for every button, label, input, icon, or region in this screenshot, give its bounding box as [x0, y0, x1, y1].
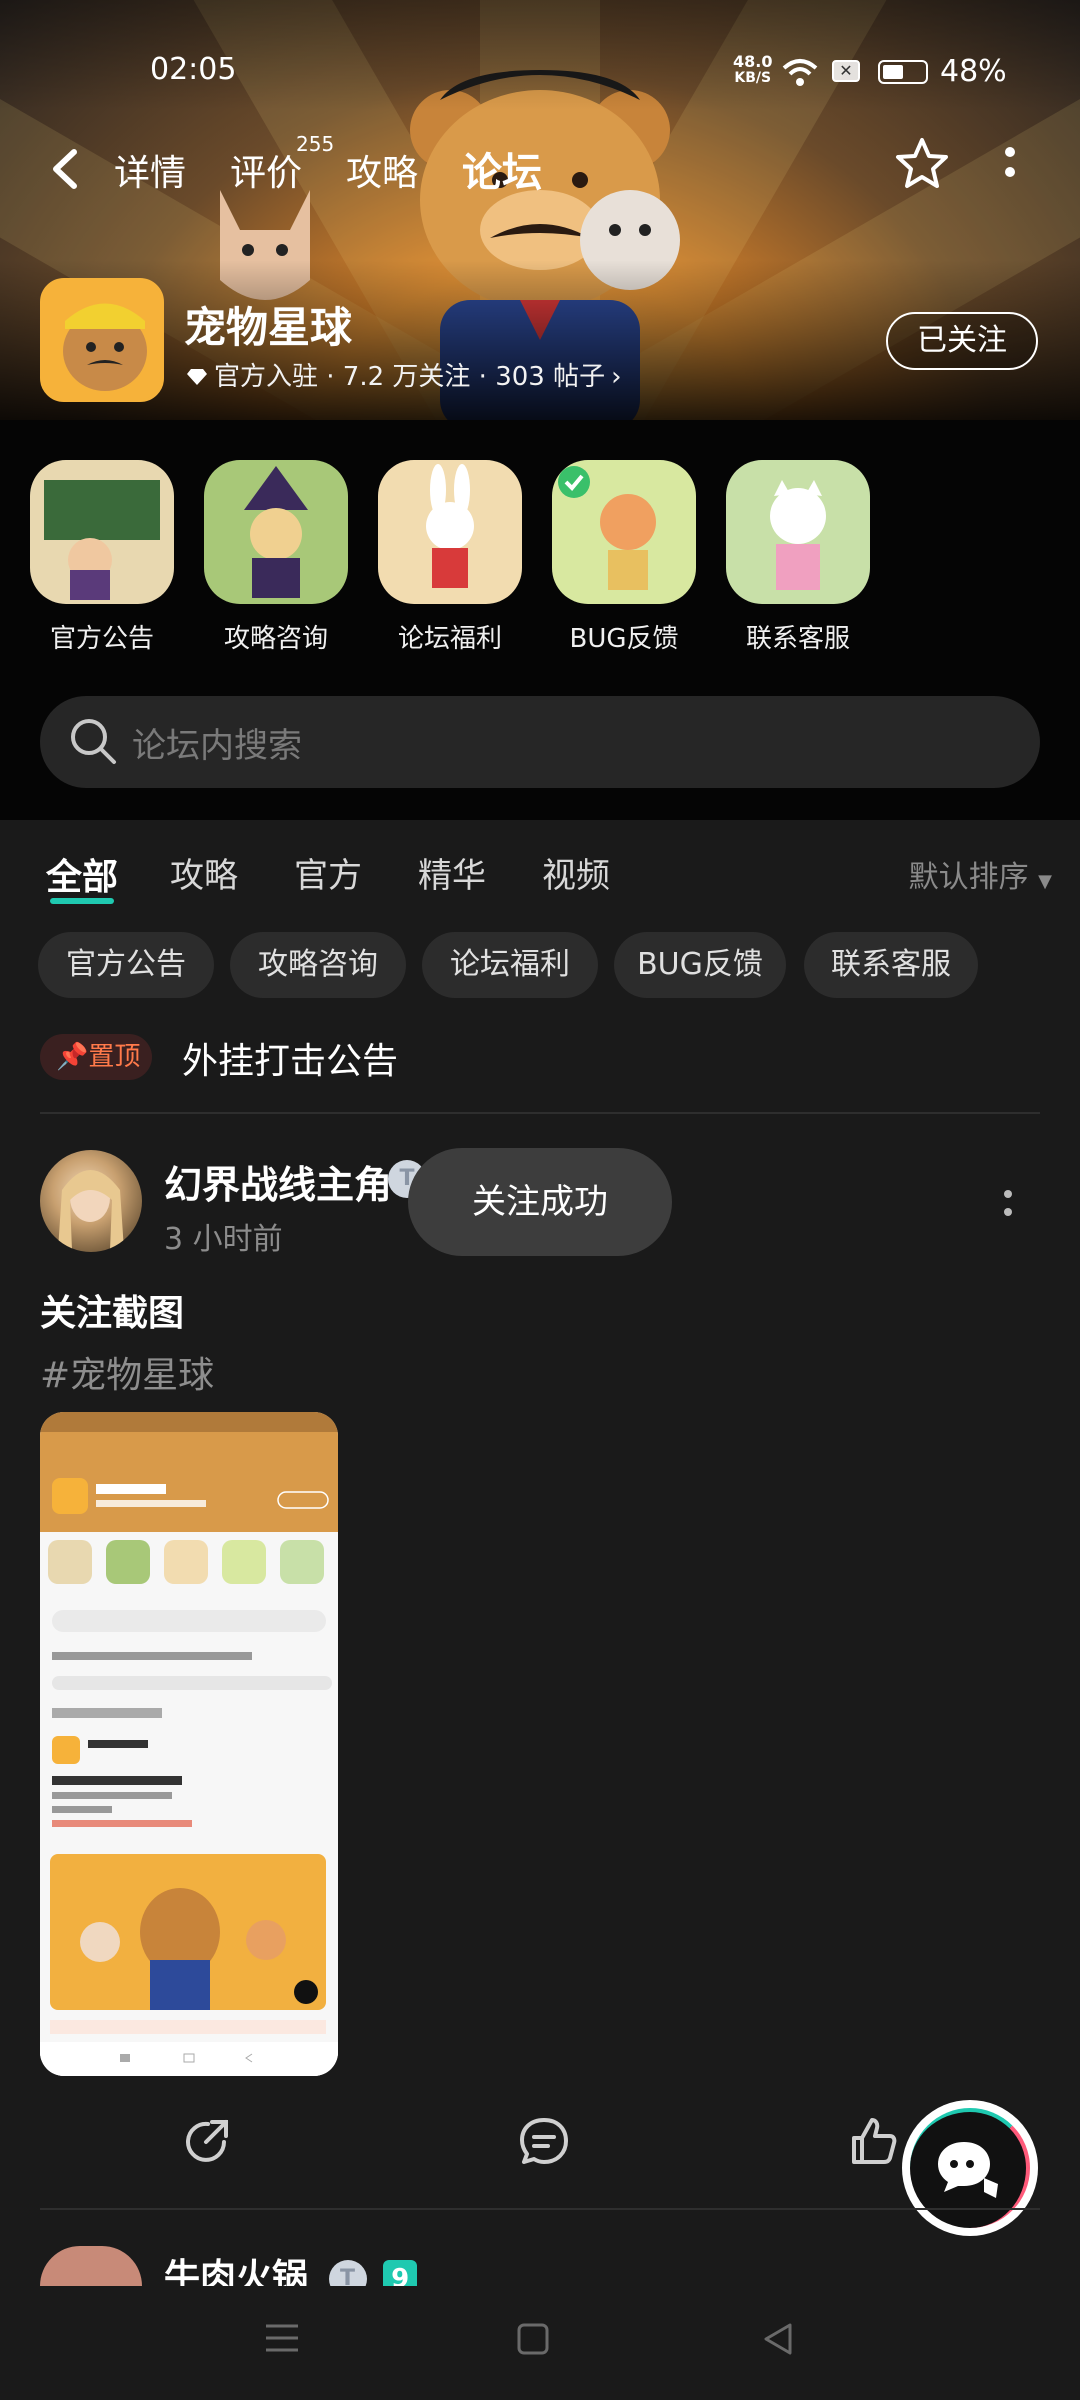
forum-search-bar[interactable]: 论坛内搜索 — [40, 696, 1040, 788]
comment-icon[interactable] — [518, 2116, 570, 2166]
status-bar: 02:05 48.0 KB/S ✕ 48% — [0, 52, 1080, 92]
pin-icon: 📌 — [56, 1042, 89, 1072]
avatar[interactable] — [40, 1150, 142, 1252]
post-time: 3 小时前 — [164, 1222, 283, 1257]
post-screenshot-image[interactable] — [40, 1412, 338, 2076]
search-input[interactable]: 论坛内搜索 — [132, 718, 302, 767]
category-bug-report[interactable]: BUG反馈 — [552, 460, 696, 655]
category-guide-consult-image — [204, 460, 348, 604]
category-bug-report-image — [552, 460, 696, 604]
more-vertical-icon[interactable] — [1002, 1186, 1014, 1222]
sort-dropdown[interactable]: 默认排序 ▼ — [909, 852, 1052, 896]
filter-tab-guides[interactable]: 攻略 — [170, 848, 238, 897]
chat-bubble-icon — [938, 2142, 998, 2198]
home-icon[interactable] — [516, 2322, 550, 2356]
filter-tab-video[interactable]: 视频 — [542, 848, 610, 897]
reviews-count: 255 — [296, 132, 335, 156]
next-post-author[interactable]: 牛肉火锅 T 9 — [164, 2248, 418, 2288]
caret-down-icon: ▼ — [1038, 871, 1052, 892]
avatar[interactable] — [40, 2246, 142, 2286]
post-author[interactable]: 幻界战线主角 — [164, 1154, 392, 1209]
toast-message: 关注成功 — [408, 1148, 672, 1256]
back-arrow-icon[interactable] — [48, 146, 82, 192]
category-official-notice[interactable]: 官方公告 — [30, 460, 174, 655]
chat-fab-button[interactable] — [902, 2100, 1038, 2236]
share-icon[interactable] — [182, 2116, 232, 2166]
category-customer-service[interactable]: 联系客服 — [726, 460, 870, 655]
game-meta-text: 官方入驻 · 7.2 万关注 · 303 帖子 — [214, 362, 606, 392]
game-meta[interactable]: 官方入驻 · 7.2 万关注 · 303 帖子 › — [186, 356, 622, 393]
like-icon[interactable] — [848, 2116, 898, 2166]
pin-badge: 📌置顶 — [40, 1034, 152, 1080]
game-icon[interactable] — [40, 278, 164, 402]
chip-bug-report[interactable]: BUG反馈 — [614, 932, 786, 998]
menu-icon[interactable] — [264, 2322, 300, 2354]
category-official-notice-image — [30, 460, 174, 604]
filter-tab-featured[interactable]: 精华 — [418, 848, 486, 897]
battery-icon — [878, 60, 928, 84]
tab-details[interactable]: 详情 — [114, 144, 186, 196]
chip-forum-benefits[interactable]: 论坛福利 — [422, 932, 598, 998]
post-tag[interactable]: #宠物星球 — [40, 1346, 214, 1398]
following-button[interactable]: 已关注 — [886, 312, 1038, 370]
category-forum-benefits-image — [378, 460, 522, 604]
filter-tabs: 全部 攻略 官方 精华 视频 默认排序 ▼ — [0, 848, 1080, 908]
search-icon — [71, 719, 116, 764]
tab-guides[interactable]: 攻略 — [346, 144, 418, 196]
wifi-icon — [782, 59, 818, 86]
header-nav: 详情 评价 255 攻略 论坛 — [0, 132, 1080, 204]
game-name: 宠物星球 — [184, 303, 353, 352]
tab-reviews[interactable]: 评价 — [230, 144, 302, 196]
notification-icon: ✕ — [832, 60, 860, 82]
back-icon[interactable] — [762, 2322, 794, 2356]
more-vertical-icon[interactable] — [1004, 144, 1016, 184]
chip-customer-service[interactable]: 联系客服 — [804, 932, 978, 998]
level-badge: 9 — [383, 2260, 418, 2288]
chevron-right-icon: › — [611, 362, 622, 392]
divider — [40, 1112, 1040, 1114]
chip-guide-consult[interactable]: 攻略咨询 — [230, 932, 406, 998]
chip-official-notice[interactable]: 官方公告 — [38, 932, 214, 998]
category-forum-benefits[interactable]: 论坛福利 — [378, 460, 522, 655]
category-guide-consult[interactable]: 攻略咨询 — [204, 460, 348, 655]
filter-tab-official[interactable]: 官方 — [294, 848, 362, 897]
user-badge: T — [328, 2260, 367, 2288]
diamond-icon — [187, 369, 207, 385]
pinned-title: 外挂打击公告 — [182, 1041, 399, 1082]
network-speed: 48.0 KB/S — [733, 52, 773, 87]
divider — [40, 2208, 1040, 2210]
tab-forum[interactable]: 论坛 — [462, 140, 542, 204]
category-customer-service-image — [726, 460, 870, 604]
star-icon[interactable] — [894, 136, 950, 192]
battery-percent: 48% — [940, 54, 1007, 89]
post-title[interactable]: 关注截图 — [40, 1284, 184, 1336]
status-time: 02:05 — [150, 52, 237, 87]
filter-tab-all[interactable]: 全部 — [46, 848, 118, 904]
